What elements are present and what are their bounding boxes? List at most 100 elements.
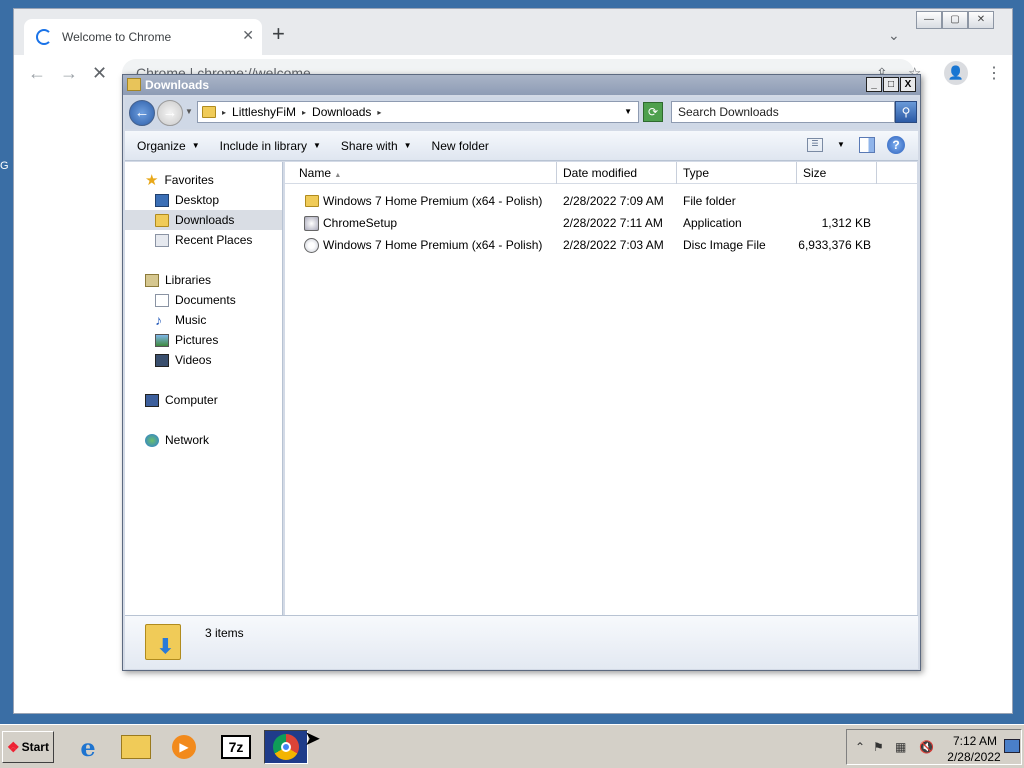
- nav-videos[interactable]: Videos: [155, 350, 211, 370]
- file-size: 1,312 KB: [821, 216, 871, 230]
- application-icon: [304, 216, 319, 231]
- clock-date[interactable]: 2/28/2022: [939, 750, 1009, 764]
- breadcrumb-user[interactable]: LittleshyFiM: [232, 105, 296, 119]
- address-dropdown-icon[interactable]: ▼: [624, 107, 632, 116]
- explorer-close-button[interactable]: X: [900, 77, 916, 92]
- refresh-icon[interactable]: ⟳: [643, 102, 663, 122]
- include-in-library-button[interactable]: Include in library ▼: [220, 139, 321, 153]
- videos-icon: [155, 353, 169, 367]
- explorer-maximize-button[interactable]: □: [883, 77, 899, 92]
- chevron-down-icon: ▼: [403, 141, 412, 150]
- chrome-taskbar-icon[interactable]: [264, 730, 308, 764]
- start-button[interactable]: ❖ Start: [2, 731, 54, 763]
- file-date: 2/28/2022 7:03 AM: [563, 238, 664, 252]
- tab-title: Welcome to Chrome: [62, 30, 172, 44]
- share-with-button[interactable]: Share with ▼: [341, 139, 412, 153]
- nav-documents[interactable]: Documents: [155, 290, 236, 310]
- column-headers: Name ▲ Date modified Type Size: [285, 162, 917, 184]
- media-player-icon[interactable]: ▶: [162, 730, 206, 764]
- file-type: Application: [683, 216, 742, 230]
- windows-logo-icon: ❖: [7, 738, 20, 755]
- chevron-down-icon: ▼: [313, 141, 321, 150]
- pictures-label: Pictures: [175, 333, 219, 347]
- nav-favorites[interactable]: ★ Favorites: [145, 170, 214, 190]
- explorer-address-bar[interactable]: ▸ LittleshyFiM ▸ Downloads ▸ ▼: [197, 101, 639, 123]
- breadcrumb-downloads[interactable]: Downloads: [312, 105, 371, 119]
- help-icon[interactable]: ?: [887, 136, 905, 154]
- 7zip-label: 7z: [221, 735, 251, 759]
- nav-recent-places[interactable]: Recent Places: [155, 230, 252, 250]
- share-label: Share with: [340, 138, 398, 153]
- new-folder-button[interactable]: New folder: [432, 139, 489, 153]
- explorer-window: Downloads _ □ X ← → ▼ ▸ LittleshyFiM ▸ D…: [122, 74, 921, 671]
- command-bar: Organize ▼ Include in library ▼ Share with…: [125, 131, 918, 161]
- tab-search-chevron-icon[interactable]: ⌄: [888, 27, 900, 44]
- minimize-button[interactable]: —: [916, 11, 942, 29]
- internet-explorer-icon[interactable]: e: [66, 730, 110, 764]
- search-input[interactable]: Search Downloads: [671, 101, 895, 123]
- tab-close-icon[interactable]: ✕: [242, 27, 254, 44]
- organize-button[interactable]: Organize ▼: [137, 139, 200, 153]
- file-size: 6,933,376 KB: [798, 238, 871, 252]
- nav-network[interactable]: Network: [145, 430, 209, 450]
- explorer-back-button[interactable]: ←: [129, 100, 155, 126]
- view-options-chevron-icon[interactable]: ▼: [837, 140, 845, 149]
- volume-muted-icon[interactable]: 🔇: [919, 740, 934, 754]
- download-arrow-icon: ⬇: [157, 636, 174, 658]
- table-row[interactable]: Windows 7 Home Premium (x64 - Polish) 2/…: [285, 190, 917, 212]
- item-count: 3 items: [205, 626, 244, 640]
- preview-pane-icon[interactable]: [859, 137, 875, 153]
- favorites-label: Favorites: [164, 173, 214, 187]
- close-button[interactable]: ✕: [968, 11, 994, 29]
- explorer-titlebar[interactable]: Downloads _ □ X: [123, 75, 920, 95]
- column-name[interactable]: Name ▲: [293, 162, 557, 184]
- forward-arrow-icon[interactable]: →: [60, 63, 78, 84]
- nav-downloads[interactable]: Downloads: [125, 210, 282, 230]
- recent-places-label: Recent Places: [175, 233, 253, 247]
- nav-music[interactable]: ♪ Music: [155, 310, 206, 330]
- column-date-modified[interactable]: Date modified: [557, 162, 677, 184]
- downloads-folder-icon: [155, 213, 169, 227]
- explorer-window-controls: _ □ X: [865, 77, 916, 92]
- nav-libraries[interactable]: Libraries: [145, 270, 211, 290]
- file-explorer-taskbar-icon[interactable]: [114, 730, 158, 764]
- tab-welcome[interactable]: Welcome to Chrome ✕: [24, 19, 262, 55]
- show-hidden-icons-icon[interactable]: ⌃: [855, 740, 865, 754]
- loading-spinner-icon: [36, 29, 52, 45]
- downloads-folder-icon: [202, 106, 216, 118]
- change-view-icon[interactable]: ☰: [807, 138, 823, 152]
- recent-pages-chevron-icon[interactable]: ▼: [185, 107, 193, 116]
- music-label: Music: [175, 313, 207, 327]
- explorer-forward-button[interactable]: →: [157, 100, 183, 126]
- explorer-minimize-button[interactable]: _: [866, 77, 882, 92]
- action-center-flag-icon[interactable]: ⚑: [873, 740, 884, 754]
- computer-icon: [145, 393, 159, 407]
- breadcrumb-separator-icon[interactable]: ▸: [302, 108, 306, 117]
- stop-loading-icon[interactable]: ✕: [92, 63, 107, 84]
- maximize-button[interactable]: ▢: [942, 11, 968, 29]
- folder-icon: [127, 78, 141, 91]
- nav-computer[interactable]: Computer: [145, 390, 218, 410]
- system-tray: ⌃ ⚑ ▦ 🔇 7:12 AM 2/28/2022: [846, 729, 1022, 765]
- new-tab-button[interactable]: +: [272, 21, 285, 47]
- column-type[interactable]: Type: [677, 162, 797, 184]
- table-row[interactable]: Windows 7 Home Premium (x64 - Polish) 2/…: [285, 234, 917, 256]
- nav-pictures[interactable]: Pictures: [155, 330, 218, 350]
- show-desktop-icon[interactable]: [1004, 739, 1020, 753]
- pictures-icon: [155, 333, 169, 347]
- 7zip-icon[interactable]: 7z: [214, 730, 258, 764]
- column-size[interactable]: Size: [797, 162, 877, 184]
- network-tray-icon[interactable]: ▦: [895, 740, 906, 754]
- star-icon: ★: [145, 171, 159, 189]
- organize-label: Organize: [137, 138, 186, 153]
- nav-desktop[interactable]: Desktop: [155, 190, 219, 210]
- profile-avatar-icon[interactable]: 👤: [944, 61, 968, 85]
- details-pane: ⬇ 3 items: [125, 615, 918, 669]
- breadcrumb-separator-icon[interactable]: ▸: [377, 108, 381, 117]
- search-icon[interactable]: ⚲: [895, 101, 917, 123]
- clock-time[interactable]: 7:12 AM: [945, 734, 1005, 748]
- back-arrow-icon[interactable]: ←: [28, 63, 46, 84]
- address-row: ← → ▼ ▸ LittleshyFiM ▸ Downloads ▸ ▼ ⟳ S…: [125, 97, 918, 129]
- table-row[interactable]: ChromeSetup 2/28/2022 7:11 AM Applicatio…: [285, 212, 917, 234]
- menu-dots-icon[interactable]: ⋮: [986, 63, 1002, 83]
